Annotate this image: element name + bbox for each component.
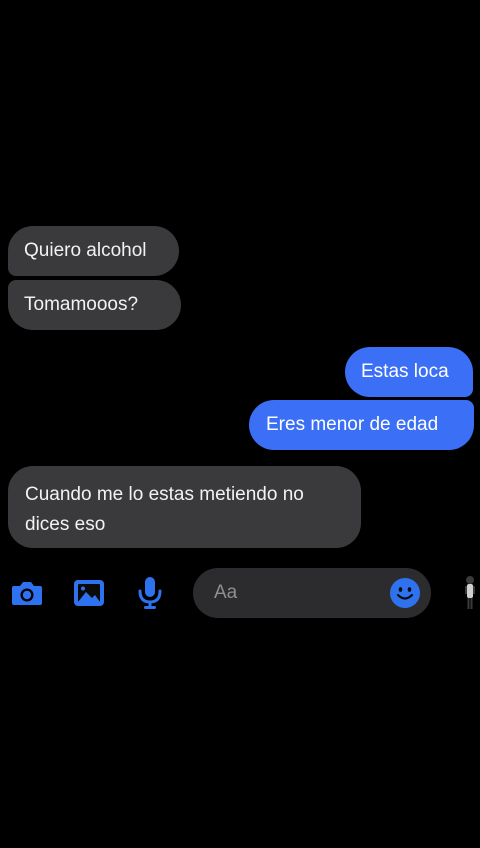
chat-screen: Quiero alcohol Tomamooos? Estas loca Ere… bbox=[0, 0, 480, 848]
message-text: Tomamooos? bbox=[24, 294, 139, 315]
message-text: Cuando me lo estas metiendo no dices eso bbox=[25, 484, 304, 535]
image-icon bbox=[74, 580, 104, 606]
incoming-message-bubble[interactable]: Tomamooos? bbox=[8, 280, 181, 330]
message-input[interactable]: Aa bbox=[193, 568, 431, 618]
camera-button[interactable] bbox=[10, 576, 44, 610]
message-text: Quiero alcohol bbox=[24, 240, 147, 261]
microphone-button[interactable] bbox=[133, 576, 167, 610]
gallery-button[interactable] bbox=[72, 576, 106, 610]
smiley-icon[interactable] bbox=[389, 577, 421, 609]
message-composer: Aa bbox=[0, 566, 480, 620]
microphone-icon bbox=[138, 577, 162, 609]
message-text: Estas loca bbox=[361, 361, 449, 382]
message-text: Eres menor de edad bbox=[266, 414, 439, 435]
incoming-message-bubble[interactable]: Cuando me lo estas metiendo no dices eso bbox=[8, 466, 361, 548]
incoming-message-bubble[interactable]: Quiero alcohol bbox=[8, 226, 179, 276]
camera-icon bbox=[12, 582, 42, 605]
message-input-placeholder: Aa bbox=[214, 582, 238, 603]
outgoing-message-bubble[interactable]: Estas loca bbox=[345, 347, 473, 397]
outgoing-message-bubble[interactable]: Eres menor de edad bbox=[249, 400, 474, 450]
figure-icon[interactable] bbox=[462, 574, 478, 614]
